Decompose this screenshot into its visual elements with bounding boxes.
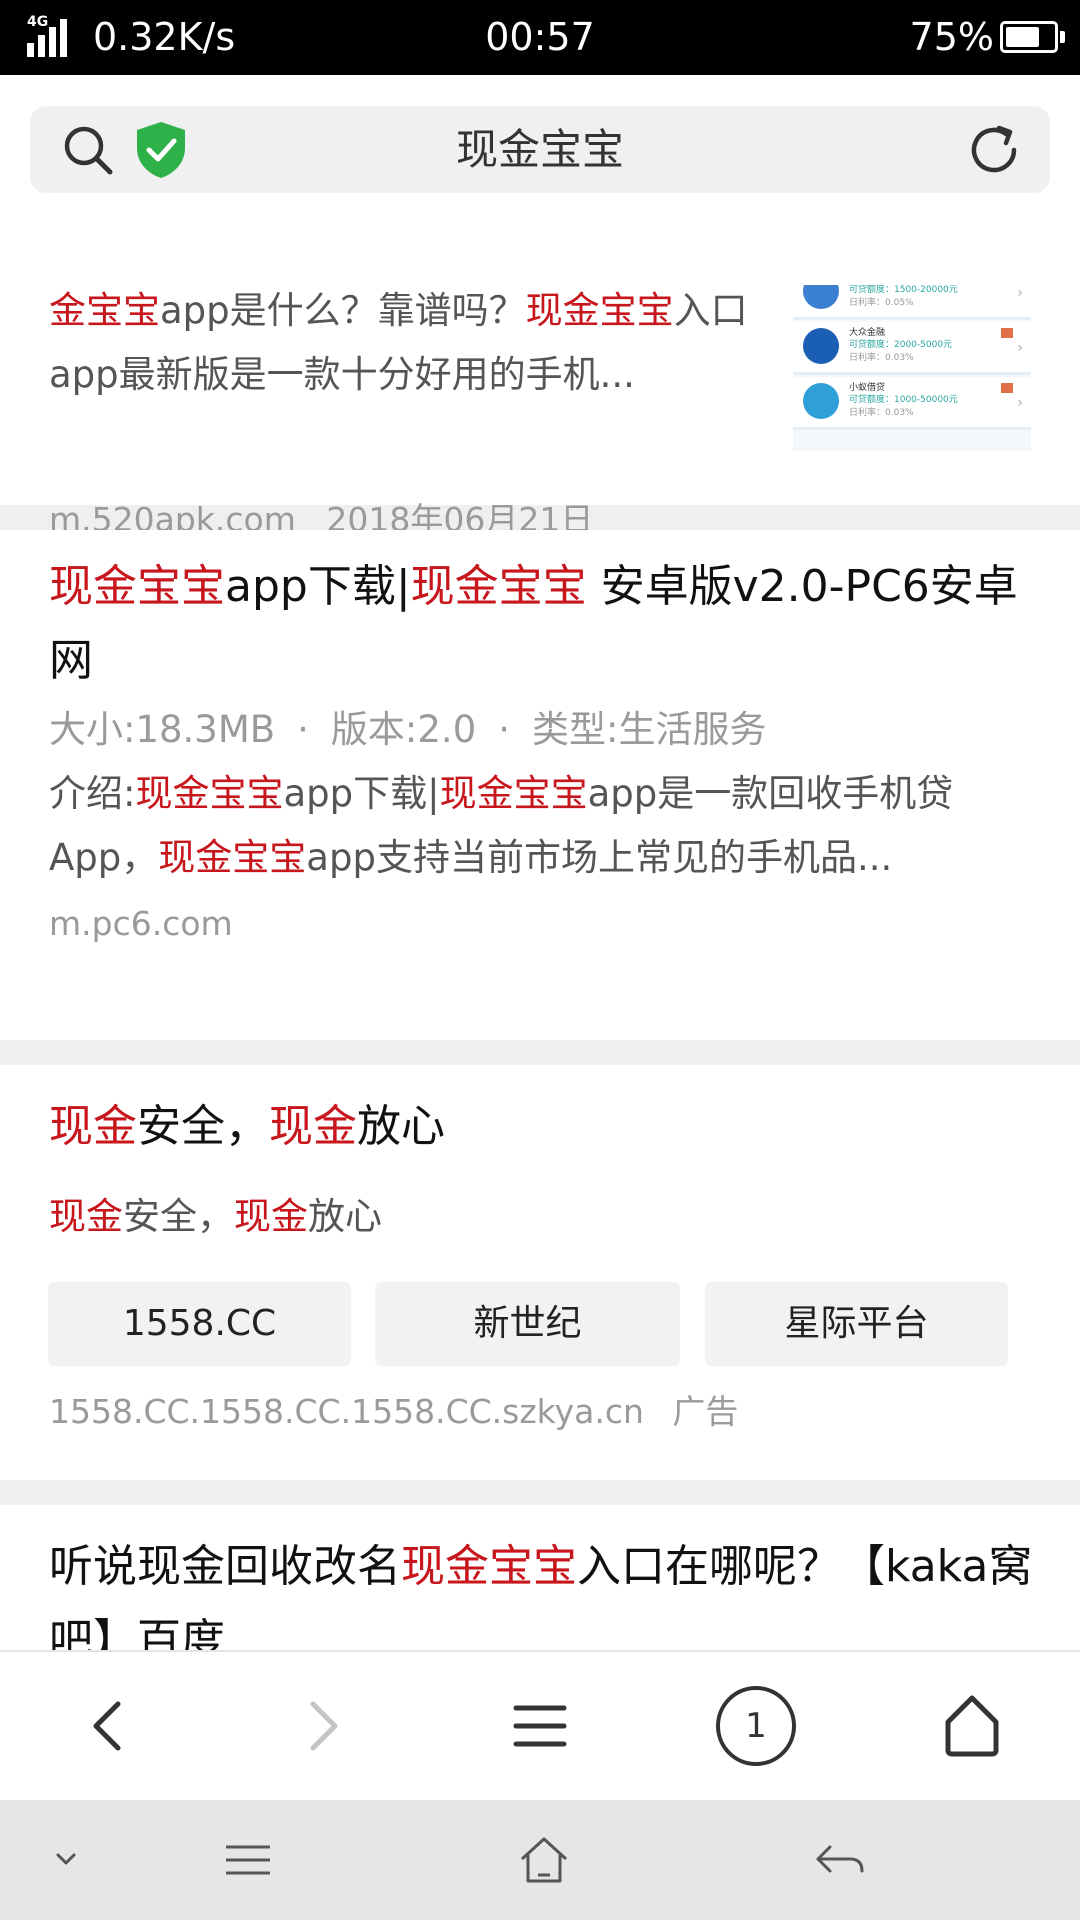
browser-toolbar: 1 (0, 1650, 1080, 1802)
text-segment: 安全， (123, 1195, 234, 1238)
forward-icon[interactable] (283, 1686, 363, 1766)
result-title[interactable]: 现金宝宝app下载|现金宝宝 安卓版v2.0-PC6安卓网 (49, 550, 1034, 698)
battery-icon (1000, 21, 1065, 53)
highlighted-term: 现金 (49, 1101, 137, 1152)
info-separator: · (297, 708, 309, 751)
text-segment: 介绍: (49, 772, 136, 815)
menu-icon[interactable] (500, 1686, 580, 1766)
result-title[interactable]: 听说现金回收改名现金宝宝入口在哪呢？【kaka窝吧】百度 (49, 1530, 1034, 1650)
chevron-down-icon[interactable] (36, 1835, 96, 1885)
text-segment: app支持当前市场上常见的手机品... (306, 836, 893, 879)
tabs-count: 1 (716, 1686, 796, 1766)
ad-button-xingji[interactable]: 星际平台 (705, 1282, 1008, 1366)
result-description: 介绍:现金宝宝app下载|现金宝宝app是一款回收手机贷App，现金宝宝app支… (49, 762, 1039, 890)
thumbnail-name: 小蚁借贷 (849, 383, 886, 393)
result-card-1[interactable]: 金宝宝app是什么？靠谱吗？现金宝宝入口app最新版是一款十分好用的手机... … (0, 175, 1080, 539)
text-segment: 放心 (308, 1195, 382, 1238)
info-item: 版本:2.0 (330, 708, 477, 751)
refresh-icon[interactable] (966, 122, 1022, 178)
app-logo-icon (803, 285, 839, 309)
text-segment: 安全， (137, 1101, 269, 1152)
result-thumbnail[interactable]: 可贷额度：1500-20000元 日利率：0.05% › 大众金融 可贷额度：2000-… (793, 285, 1031, 451)
text-segment: 听说现金回收改名 (49, 1541, 401, 1592)
highlighted-term: 金宝宝 (49, 289, 160, 332)
battery-percent: 75% (909, 15, 994, 59)
thumbnail-row: 可贷额度：1500-20000元 日利率：0.05% › (793, 285, 1031, 320)
thumbnail-row: 大众金融可贷额度：2000-5000元 日利率：0.03% › (793, 322, 1031, 375)
search-bar[interactable]: 现金宝宝 (30, 106, 1050, 193)
tabs-button[interactable]: 1 (716, 1686, 796, 1766)
thumbnail-line: 可贷额度：2000-5000元 (849, 340, 953, 350)
thumbnail-line: 日利率：0.03% (849, 408, 914, 418)
flag-icon (1001, 328, 1013, 338)
highlighted-term: 现金 (49, 1195, 123, 1238)
result-card-2[interactable]: 现金宝宝app下载|现金宝宝 安卓版v2.0-PC6安卓网 大小:18.3MB ·… (0, 530, 1080, 1040)
ad-subtitle: 现金安全，现金放心 (49, 1185, 382, 1249)
info-item: 大小:18.3MB (49, 708, 276, 751)
system-back-icon[interactable] (810, 1835, 870, 1885)
thumbnail-line: 日利率：0.03% (849, 353, 914, 363)
highlighted-term: 现金宝宝 (401, 1541, 577, 1592)
search-query[interactable]: 现金宝宝 (30, 106, 1050, 193)
chevron-right-icon: › (1017, 340, 1023, 356)
highlighted-term: 现金宝宝 (410, 561, 587, 612)
thumbnail-line: 可贷额度：1500-20000元 (849, 285, 958, 295)
info-item: 类型:生活服务 (532, 708, 767, 751)
chevron-right-icon: › (1017, 285, 1023, 301)
highlighted-term: 现金宝宝 (525, 289, 674, 332)
highlighted-term: 现金 (269, 1101, 357, 1152)
flag-icon (1001, 383, 1013, 393)
app-logo-icon (803, 328, 839, 364)
system-navigation-bar (0, 1800, 1080, 1920)
thumbnail-name: 大众金融 (849, 328, 886, 338)
ad-button-1558cc[interactable]: 1558.CC (48, 1282, 351, 1366)
highlighted-term: 现金宝宝 (135, 772, 284, 815)
page-content: 现金宝宝 金宝宝app是什么？靠谱吗？现金宝宝入口app最新版是一款十分好用的手… (0, 75, 1080, 1650)
recents-icon[interactable] (218, 1835, 278, 1885)
highlighted-term: 现金宝宝 (158, 836, 307, 879)
ad-button-xinshiji[interactable]: 新世纪 (375, 1282, 680, 1366)
result-info: 大小:18.3MB · 版本:2.0 · 类型:生活服务 (49, 705, 766, 755)
thumbnail-row: 小蚁借贷可贷额度：1000-50000元 日利率：0.03% › (793, 377, 1031, 430)
text-segment: 放心 (357, 1101, 445, 1152)
back-icon[interactable] (68, 1686, 148, 1766)
highlighted-term: 现金宝宝 (49, 561, 225, 612)
result-source[interactable]: m.pc6.com (49, 902, 233, 946)
status-bar: 4G 0.32K/s 00:57 75% (0, 0, 1080, 75)
result-card-4[interactable]: 听说现金回收改名现金宝宝入口在哪呢？【kaka窝吧】百度 (0, 1505, 1080, 1650)
home-icon[interactable] (932, 1686, 1012, 1766)
system-home-icon[interactable] (514, 1835, 574, 1885)
text-segment: app下载| (283, 772, 440, 815)
ad-card[interactable]: 现金安全，现金放心 现金安全，现金放心 1558.CC.1558.CC.1558… (0, 1065, 1080, 1480)
result-snippet: 金宝宝app是什么？靠谱吗？现金宝宝入口app最新版是一款十分好用的手机... (49, 279, 759, 471)
ad-source[interactable]: 1558.CC.1558.CC.1558.CC.szkya.cn (49, 1392, 644, 1431)
chevron-right-icon: › (1017, 395, 1023, 411)
thumbnail-line: 可贷额度：1000-50000元 (849, 395, 958, 405)
text-segment: app是什么？靠谱吗？ (160, 289, 526, 332)
ad-label: 广告 (672, 1392, 739, 1431)
highlighted-term: 现金宝宝 (439, 772, 588, 815)
highlighted-term: 现金 (234, 1195, 308, 1238)
ad-title[interactable]: 现金安全，现金放心 (49, 1090, 445, 1164)
text-segment: app下载| (225, 561, 411, 612)
info-separator: · (498, 708, 510, 751)
app-logo-icon (803, 383, 839, 419)
thumbnail-line: 日利率：0.05% (849, 298, 914, 308)
search-header: 现金宝宝 (0, 75, 1080, 205)
